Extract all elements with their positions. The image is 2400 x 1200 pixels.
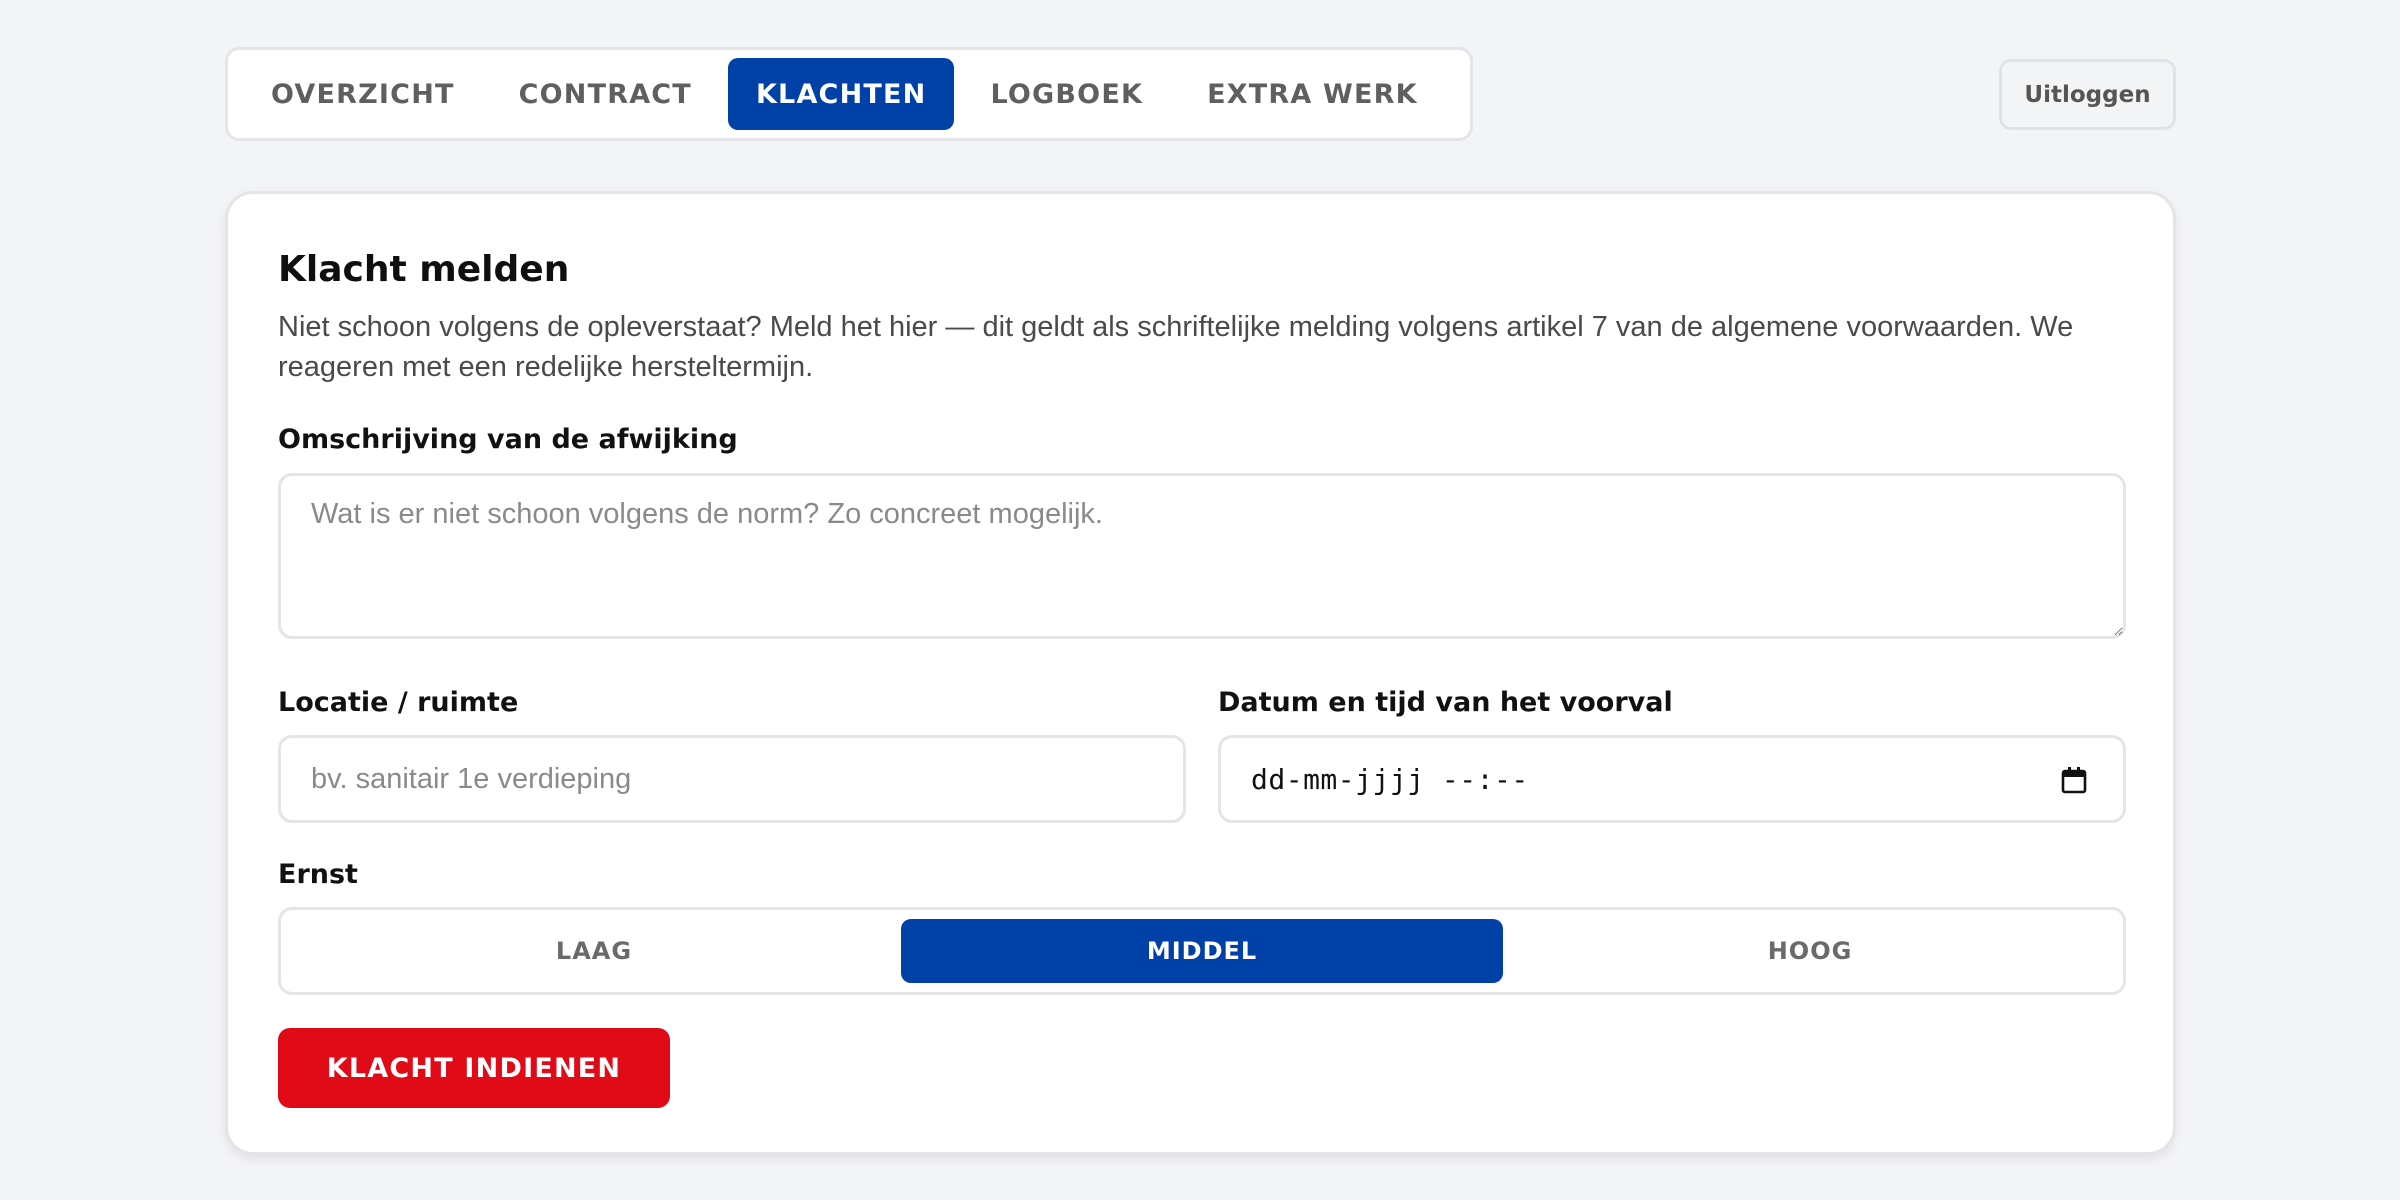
datetime-label: Datum en tijd van het voorval — [1218, 687, 1673, 718]
severity-option-middel[interactable]: MIDDEL — [901, 919, 1503, 983]
tab-klachten[interactable]: KLACHTEN — [727, 58, 955, 130]
description-textarea[interactable] — [278, 473, 2126, 639]
complaint-form-card: Klacht melden Niet schoon volgens de opl… — [225, 191, 2176, 1155]
tab-extra-werk[interactable]: EXTRA WERK — [1179, 58, 1446, 130]
calendar-icon[interactable] — [2061, 766, 2087, 794]
severity-label: Ernst — [278, 859, 358, 890]
logout-button[interactable]: Uitloggen — [1999, 59, 2176, 130]
severity-option-hoog[interactable]: HOOG — [1509, 919, 2111, 983]
form-description: Niet schoon volgens de opleverstaat? Mel… — [278, 311, 2074, 383]
description-label: Omschrijving van de afwijking — [278, 424, 738, 455]
tab-contract[interactable]: CONTRACT — [491, 58, 720, 130]
form-title: Klacht melden — [278, 249, 570, 290]
datetime-input[interactable]: dd-mm-jjjj --:-- — [1218, 735, 2126, 823]
location-label: Locatie / ruimte — [278, 687, 519, 718]
tab-overzicht[interactable]: OVERZICHT — [243, 58, 483, 130]
location-input[interactable] — [278, 735, 1186, 823]
severity-selector: LAAG MIDDEL HOOG — [278, 907, 2126, 995]
severity-option-laag[interactable]: LAAG — [293, 919, 895, 983]
datetime-placeholder: dd-mm-jjjj --:-- — [1251, 762, 1529, 796]
submit-complaint-button[interactable]: KLACHT INDIENEN — [278, 1028, 670, 1108]
top-navigation: OVERZICHT CONTRACT KLACHTEN LOGBOEK EXTR… — [225, 47, 2176, 143]
tab-bar: OVERZICHT CONTRACT KLACHTEN LOGBOEK EXTR… — [225, 47, 1473, 141]
tab-logboek[interactable]: LOGBOEK — [962, 58, 1171, 130]
